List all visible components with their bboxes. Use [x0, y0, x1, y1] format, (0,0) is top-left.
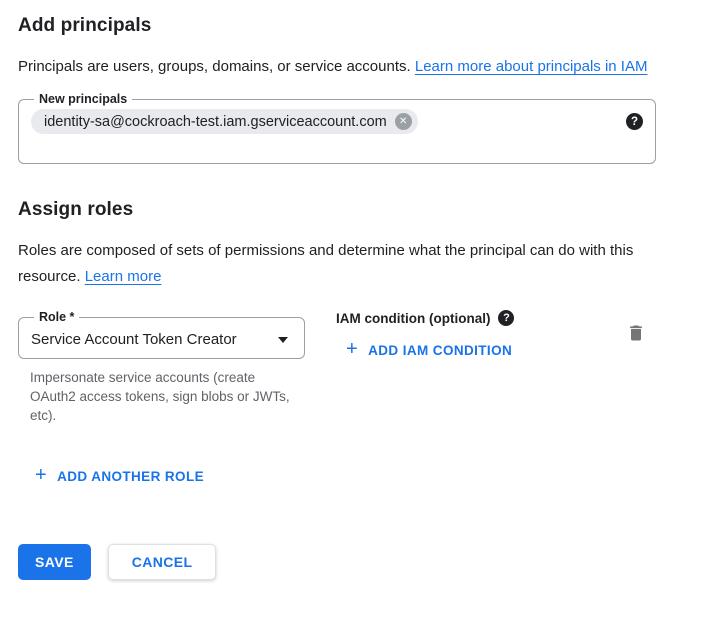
- page-title: Add principals: [18, 14, 656, 38]
- role-select-value-row[interactable]: Service Account Token Creator: [31, 324, 292, 348]
- learn-more-roles-link[interactable]: Learn more: [85, 268, 162, 285]
- add-iam-condition-label: ADD IAM CONDITION: [368, 343, 512, 358]
- principal-chip-label: identity-sa@cockroach-test.iam.gservicea…: [44, 114, 387, 130]
- delete-role-button[interactable]: [626, 323, 646, 346]
- add-iam-condition-button[interactable]: + ADD IAM CONDITION: [346, 341, 512, 359]
- cancel-button[interactable]: CANCEL: [108, 544, 217, 580]
- principals-description-text: Principals are users, groups, domains, o…: [18, 58, 411, 75]
- role-row: Role * Service Account Token Creator Imp…: [18, 310, 656, 425]
- roles-description: Roles are composed of sets of permission…: [18, 238, 656, 290]
- save-button[interactable]: SAVE: [18, 544, 91, 580]
- iam-condition-label-row: IAM condition (optional) ?: [336, 310, 514, 326]
- dialog-footer: SAVE CANCEL: [18, 544, 656, 580]
- new-principals-label: New principals: [34, 92, 132, 106]
- new-principals-input-area[interactable]: identity-sa@cockroach-test.iam.gservicea…: [31, 106, 643, 152]
- plus-icon: +: [35, 465, 47, 485]
- role-select[interactable]: Role * Service Account Token Creator: [18, 310, 305, 359]
- remove-principal-icon[interactable]: ✕: [395, 113, 412, 130]
- add-another-role-label: ADD ANOTHER ROLE: [57, 469, 204, 484]
- iam-condition-help-icon[interactable]: ?: [498, 310, 514, 326]
- add-principals-panel: Add principals Principals are users, gro…: [0, 0, 713, 580]
- iam-condition-label: IAM condition (optional): [336, 311, 490, 326]
- iam-condition-column: IAM condition (optional) ? + ADD IAM CON…: [336, 310, 514, 360]
- add-another-role-button[interactable]: + ADD ANOTHER ROLE: [35, 467, 204, 485]
- assign-roles-title: Assign roles: [18, 198, 656, 222]
- role-select-label: Role *: [34, 310, 79, 324]
- role-select-value: Service Account Token Creator: [31, 331, 237, 348]
- principal-chip[interactable]: identity-sa@cockroach-test.iam.gservicea…: [31, 109, 418, 134]
- trash-icon: [626, 323, 646, 343]
- delete-role-column: [626, 310, 646, 348]
- principals-help-icon[interactable]: ?: [626, 113, 643, 130]
- new-principals-field[interactable]: New principals identity-sa@cockroach-tes…: [18, 92, 656, 164]
- learn-more-principals-link[interactable]: Learn more about principals in IAM: [415, 58, 648, 75]
- role-column: Role * Service Account Token Creator Imp…: [18, 310, 305, 425]
- principals-description: Principals are users, groups, domains, o…: [18, 54, 656, 80]
- plus-icon: +: [346, 339, 358, 359]
- role-helper-text: Impersonate service accounts (create OAu…: [18, 368, 298, 425]
- dropdown-arrow-icon: [278, 337, 288, 343]
